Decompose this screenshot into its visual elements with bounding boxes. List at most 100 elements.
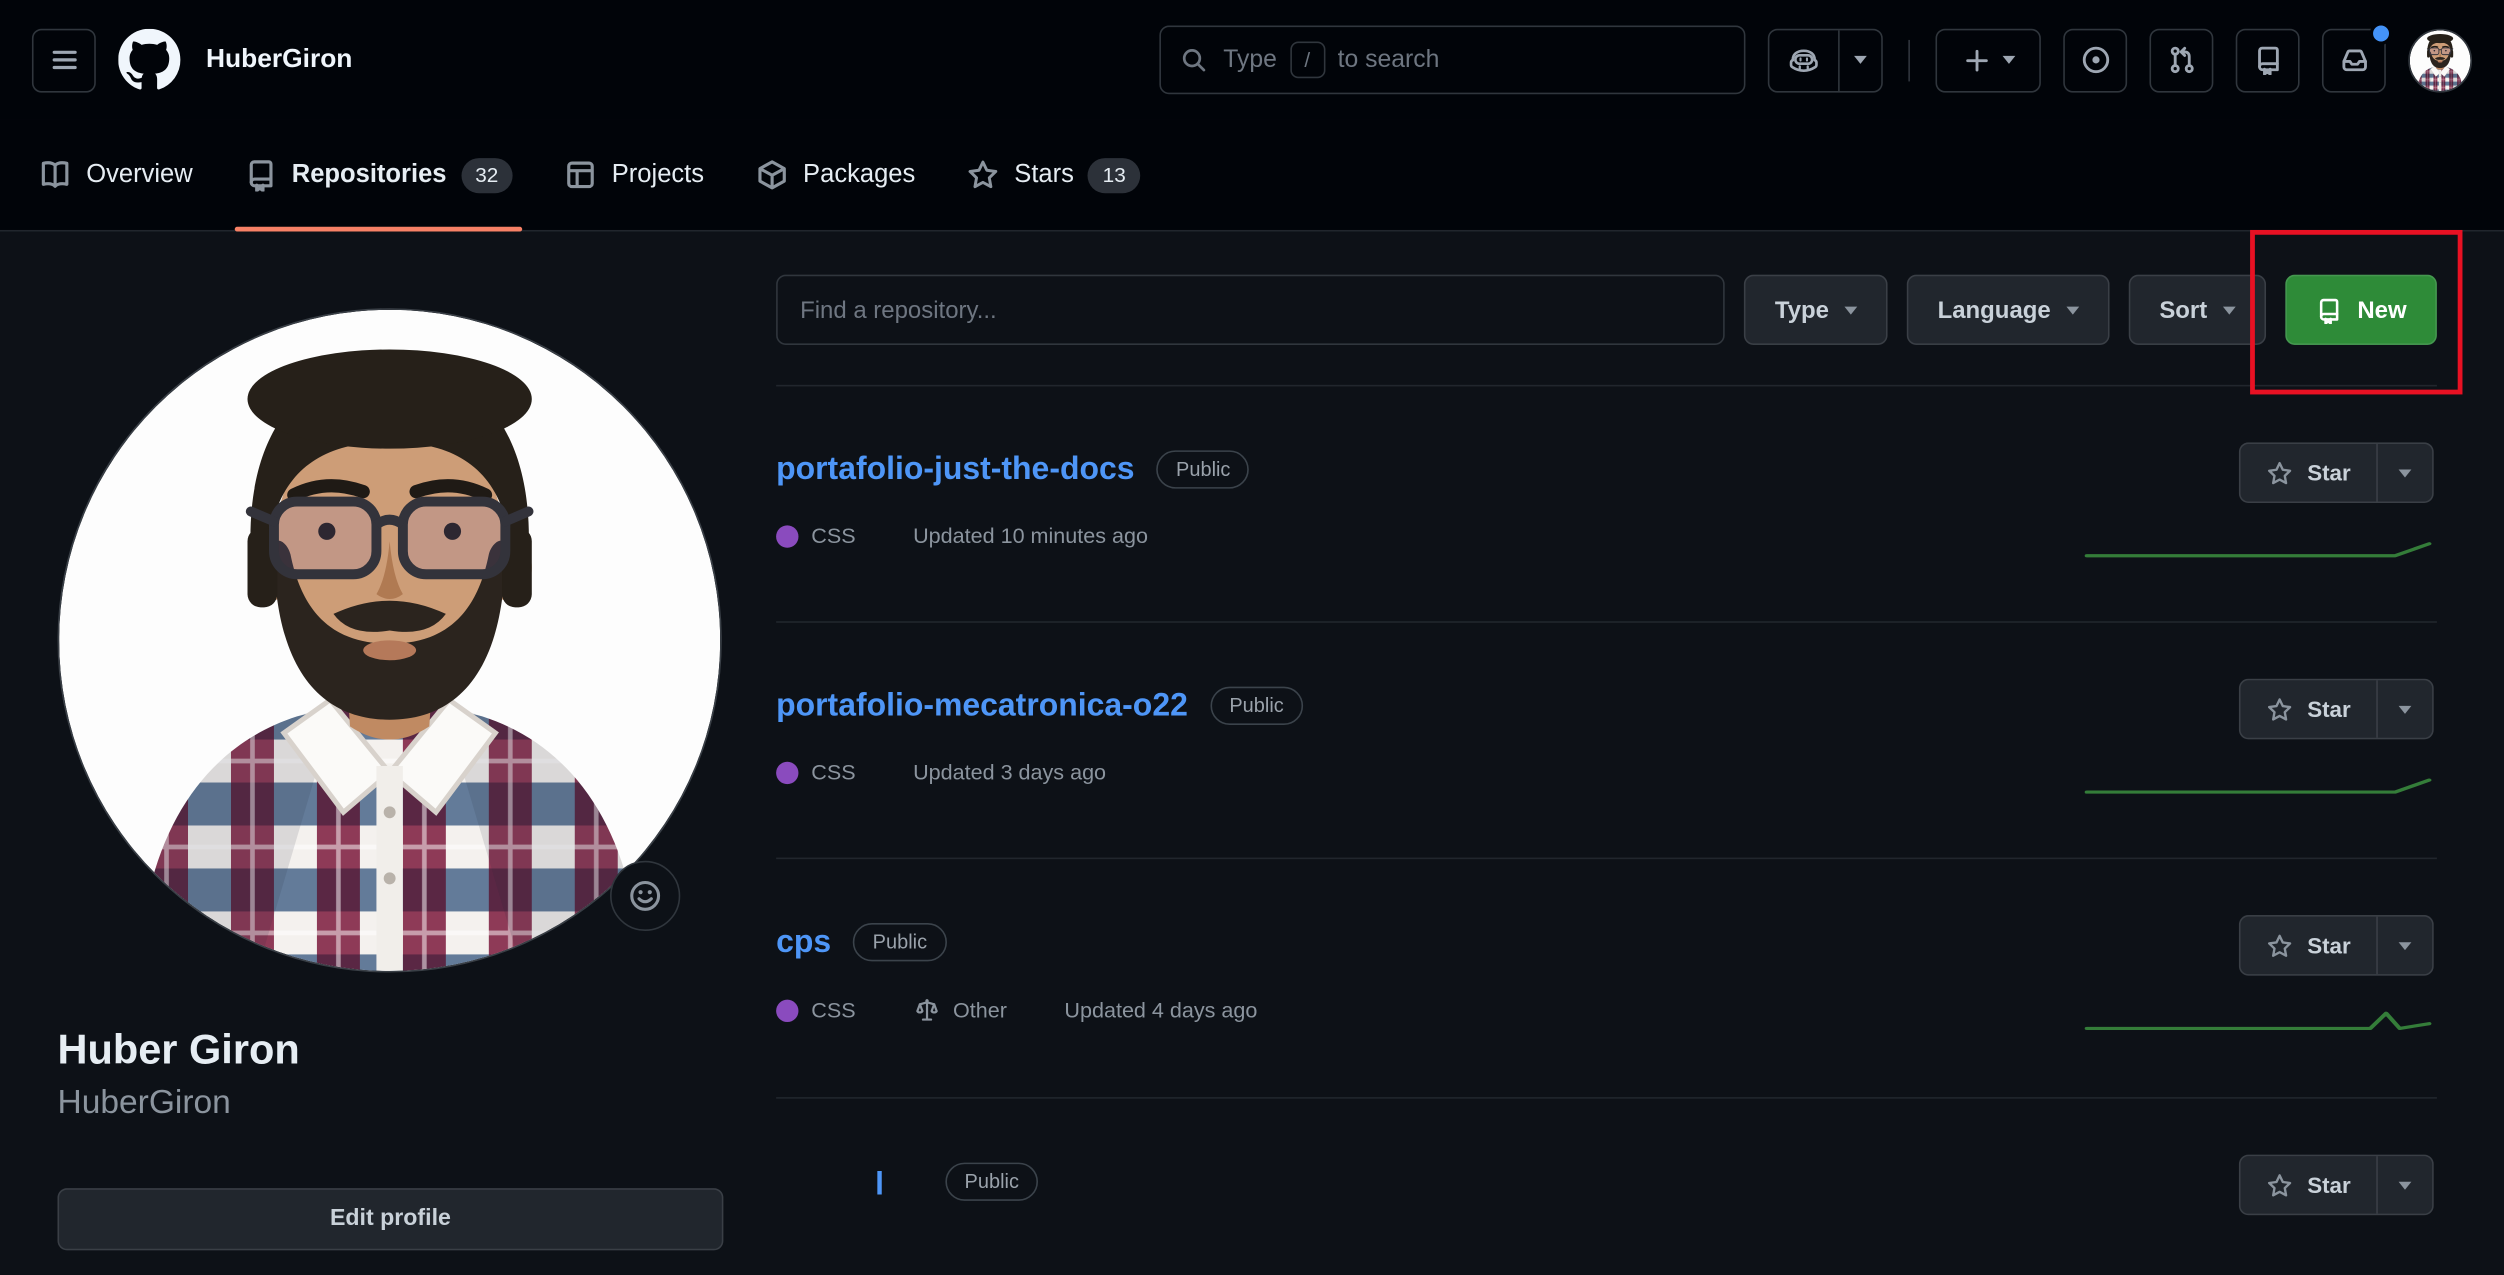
star-button-group: Star [2239, 679, 2434, 740]
repo-name-link[interactable]: portafolio-mecatronica-o22 [776, 687, 1188, 724]
language-filter-label: Language [1938, 296, 2051, 323]
search-placeholder: Type / to search [1223, 42, 1439, 79]
star-button-group: Star [2239, 1155, 2434, 1216]
header-separator [1908, 39, 1910, 81]
star-button[interactable]: Star [2240, 444, 2376, 501]
repo-name-link[interactable]: portafolio-just-the-docs [776, 451, 1134, 488]
visibility-badge: Public [1157, 450, 1250, 488]
new-repository-label: New [2357, 296, 2406, 323]
star-label: Star [2307, 933, 2350, 959]
tab-label: Stars [1014, 160, 1074, 189]
table-icon [564, 158, 598, 192]
commit-activity-sparkline [2082, 1011, 2433, 1033]
repo-icon [2316, 296, 2343, 323]
book-icon [38, 158, 72, 192]
star-icon [966, 158, 1000, 192]
star-button[interactable]: Star [2240, 1156, 2376, 1213]
copilot-button[interactable] [1769, 30, 1838, 91]
star-dropdown-button[interactable] [2376, 680, 2432, 737]
edit-profile-button[interactable]: Edit profile [57, 1188, 723, 1250]
repo-icon [2252, 45, 2282, 75]
header-context-title[interactable]: HuberGiron [206, 45, 352, 75]
notifications-button[interactable] [2322, 28, 2386, 92]
global-search-input[interactable]: Type / to search [1159, 26, 1745, 95]
type-filter-button[interactable]: Type [1745, 275, 1889, 345]
star-icon [2266, 695, 2293, 722]
github-logo-icon[interactable] [118, 29, 180, 91]
copilot-button-group [1768, 28, 1883, 92]
language-label: CSS [811, 998, 855, 1022]
chevron-down-icon [2002, 56, 2015, 64]
star-button-group: Star [2239, 442, 2434, 503]
tab-packages[interactable]: Packages [733, 120, 938, 230]
star-icon [2266, 1171, 2293, 1198]
law-scale-icon [913, 996, 940, 1023]
chevron-down-icon [2399, 705, 2412, 713]
new-repository-button[interactable]: New [2285, 275, 2436, 345]
type-filter-label: Type [1775, 296, 1829, 323]
commit-activity-sparkline [2082, 538, 2433, 560]
tab-repositories[interactable]: Repositories 32 [221, 120, 535, 230]
tab-label: Overview [86, 160, 192, 189]
repositories-button[interactable] [2236, 28, 2300, 92]
search-placeholder-suffix: to search [1338, 46, 1440, 75]
tab-stars[interactable]: Stars 13 [944, 120, 1162, 230]
language-filter-button[interactable]: Language [1907, 275, 2110, 345]
hamburger-icon [49, 45, 79, 75]
chevron-down-icon [2399, 1181, 2412, 1189]
page-body: Huber Giron HuberGiron Edit profile Type… [0, 232, 2504, 1275]
repo-list-item: cps Public CSS Other Updated 4 days ago … [776, 859, 2437, 1099]
star-dropdown-button[interactable] [2376, 1156, 2432, 1213]
star-label: Star [2307, 696, 2350, 722]
stars-count-badge: 13 [1088, 157, 1140, 192]
chevron-down-icon [2399, 469, 2412, 477]
repositories-count-badge: 32 [461, 157, 513, 192]
repo-name-link[interactable]: cps [776, 924, 831, 961]
search-placeholder-prefix: Type [1223, 46, 1277, 75]
language-color-dot [776, 761, 798, 783]
hamburger-menu-button[interactable] [32, 28, 96, 92]
language-color-dot [776, 999, 798, 1021]
copilot-dropdown-button[interactable] [1838, 30, 1881, 91]
star-label: Star [2307, 460, 2350, 486]
create-new-button[interactable] [1935, 28, 2040, 92]
visibility-badge: Public [945, 1163, 1038, 1201]
language-color-dot [776, 525, 798, 547]
profile-nav-tabs: Overview Repositories 32 Projects Packag… [0, 120, 2504, 232]
repo-name-link[interactable]: l [875, 1167, 884, 1204]
updated-text: Updated 4 days ago [1064, 998, 1257, 1022]
user-avatar-button[interactable] [2408, 28, 2472, 92]
issues-button[interactable] [2063, 28, 2127, 92]
star-button[interactable]: Star [2240, 680, 2376, 737]
star-label: Star [2307, 1172, 2350, 1198]
find-repository-input[interactable] [776, 275, 1725, 345]
star-dropdown-button[interactable] [2376, 444, 2432, 501]
chevron-down-icon [2399, 941, 2412, 949]
language-label: CSS [811, 524, 855, 548]
repositories-panel: Type Language Sort New [776, 232, 2437, 1275]
tab-overview[interactable]: Overview [16, 120, 215, 230]
profile-full-name: Huber Giron [57, 1024, 723, 1076]
tab-label: Repositories [292, 160, 447, 189]
star-icon [2266, 932, 2293, 959]
chevron-down-icon [2223, 306, 2236, 314]
pull-requests-button[interactable] [2149, 28, 2213, 92]
repo-list-item: portafolio-mecatronica-o22 Public CSS Up… [776, 623, 2437, 859]
set-status-button[interactable] [610, 861, 680, 931]
license-label: Other [953, 998, 1007, 1022]
star-dropdown-button[interactable] [2376, 917, 2432, 974]
git-pull-request-icon [2166, 45, 2196, 75]
copilot-icon [1789, 45, 1819, 75]
profile-avatar-wrap [57, 308, 721, 972]
visibility-badge: Public [854, 923, 947, 961]
sort-filter-button[interactable]: Sort [2129, 275, 2266, 345]
unread-notification-dot [2370, 22, 2392, 44]
tab-projects[interactable]: Projects [541, 120, 726, 230]
star-button[interactable]: Star [2240, 917, 2376, 974]
user-avatar-image [2410, 30, 2471, 91]
star-button-group: Star [2239, 915, 2434, 976]
repo-list-item: l Public Star [776, 1099, 2437, 1275]
search-icon [1180, 46, 1207, 73]
updated-text: Updated 3 days ago [913, 760, 1106, 784]
sort-filter-label: Sort [2159, 296, 2207, 323]
